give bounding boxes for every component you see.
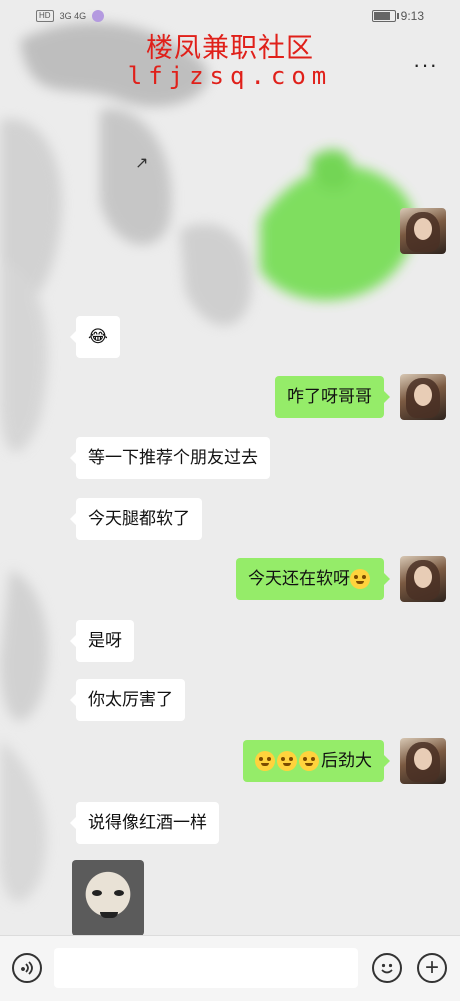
message-bubble[interactable]: 今天还在软呀: [236, 558, 390, 600]
message-bubble[interactable]: 等一下推荐个朋友过去: [70, 437, 270, 479]
avatar[interactable]: [400, 374, 446, 420]
avatar[interactable]: [400, 738, 446, 784]
message-bubble[interactable]: 今天腿都软了: [70, 498, 202, 540]
message-bubble[interactable]: 后劲大: [243, 740, 390, 782]
flushed-face-emoji-icon: [299, 751, 319, 771]
666-face-emoji-icon: [350, 569, 370, 589]
smiley-icon: [381, 963, 393, 974]
plus-icon: +: [424, 954, 439, 981]
message-text: 今天还在软呀: [248, 569, 350, 589]
message-bubble[interactable]: 你太厉害了: [70, 679, 185, 721]
message-outgoing: 今天还在软呀: [236, 558, 390, 600]
sticker-eye: [92, 890, 102, 896]
message-incoming: 说得像红酒一样: [70, 802, 219, 844]
message-incoming: 今天腿都软了: [70, 498, 202, 540]
sticker-mouth: [100, 912, 118, 918]
voice-icon: [21, 961, 33, 975]
message-input[interactable]: [54, 948, 358, 988]
message-outgoing: 后劲大: [243, 740, 390, 782]
message-incoming: 😂: [70, 316, 120, 358]
flushed-face-emoji-icon: [277, 751, 297, 771]
voice-button[interactable]: [12, 953, 42, 983]
avatar[interactable]: [400, 208, 446, 254]
avatar[interactable]: [400, 556, 446, 602]
flushed-face-emoji-icon: [255, 751, 275, 771]
input-bar: +: [0, 935, 460, 1001]
message-bubble[interactable]: 是呀: [70, 620, 134, 662]
message-incoming: 等一下推荐个朋友过去: [70, 437, 270, 479]
face-sticker[interactable]: [72, 860, 144, 936]
plus-button[interactable]: +: [417, 953, 447, 983]
message-outgoing: 咋了呀哥哥: [275, 376, 390, 418]
message-text: 后劲大: [321, 751, 372, 771]
emoji-button[interactable]: [372, 953, 402, 983]
laughing-emoji-icon: 😂: [88, 327, 108, 347]
message-bubble[interactable]: 咋了呀哥哥: [275, 376, 390, 418]
message-bubble[interactable]: 说得像红酒一样: [70, 802, 219, 844]
message-bubble[interactable]: 😂: [70, 316, 120, 358]
chat-area[interactable]: 😂 咋了呀哥哥 等一下推荐个朋友过去 今天腿都软了 今天还在软呀 是呀 你太厉害…: [0, 0, 460, 936]
message-incoming: 是呀: [70, 620, 134, 662]
message-incoming: 你太厉害了: [70, 679, 185, 721]
sticker-eye: [114, 890, 124, 896]
